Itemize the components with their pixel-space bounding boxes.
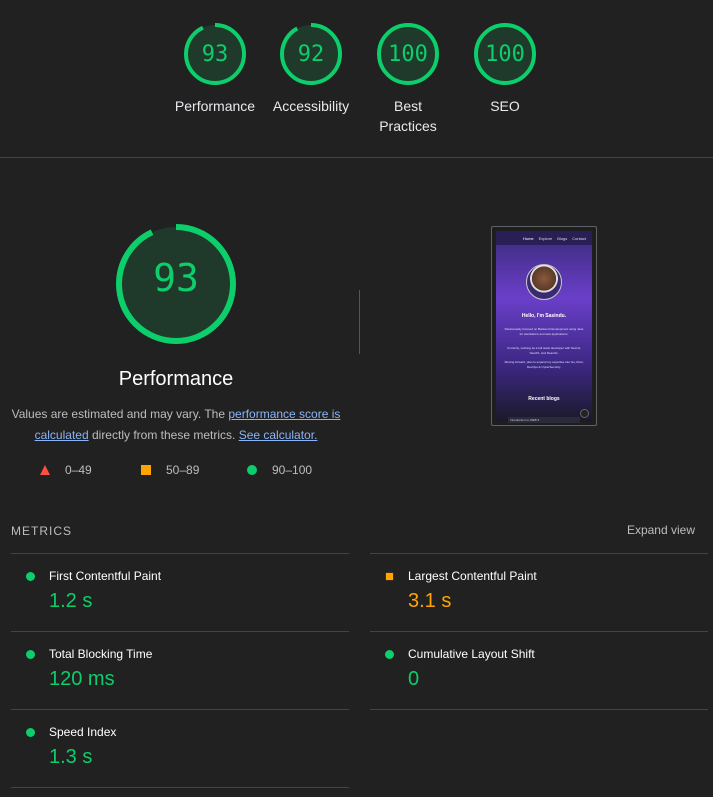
expand-view-button[interactable]: Expand view <box>627 523 695 537</box>
note-text: Values are estimated and may vary. The <box>11 407 229 421</box>
metric-lcp: Largest Contentful Paint 3.1 s <box>370 553 708 631</box>
metric-speed-index: Speed Index 1.3 s <box>11 709 349 787</box>
preview-nav: Home Explore Blogs Contact <box>496 231 592 245</box>
final-screenshot[interactable]: Home Explore Blogs Contact Hello, I'm Sa… <box>491 226 597 426</box>
gauge-seo[interactable]: 100 SEO <box>460 22 550 116</box>
preview-paragraph: Currently, working as a full stack devel… <box>507 346 581 355</box>
preview-paragraph: Moving forward, plan to expand my expert… <box>504 360 584 369</box>
metrics-divider <box>370 709 708 710</box>
gauge-score: 92 <box>297 42 325 67</box>
screenshot-screen: Home Explore Blogs Contact Hello, I'm Sa… <box>496 231 592 423</box>
performance-gauge: 93 <box>114 222 238 346</box>
theme-toggle-icon <box>580 409 589 418</box>
gauge-accessibility[interactable]: 92 Accessibility <box>266 22 356 116</box>
circle-icon <box>247 465 257 475</box>
gauge-label: SEO <box>490 98 520 114</box>
category-scores-header: 93 Performance 92 Accessibility 100 Best… <box>0 0 713 158</box>
gauge-score: 100 <box>485 42 525 67</box>
avatar <box>526 264 562 300</box>
legend-range: 0–49 <box>65 463 92 477</box>
gauge-best-practices[interactable]: 100 Best Practices <box>363 22 453 136</box>
gauge-label: Performance <box>174 98 256 114</box>
pass-circle-icon <box>26 650 35 659</box>
metric-cls: Cumulative Layout Shift 0 <box>370 631 708 709</box>
pass-circle-icon <box>385 650 394 659</box>
performance-score: 93 <box>153 256 199 300</box>
legend-range: 90–100 <box>272 463 313 477</box>
note-text: directly from these metrics. <box>88 428 239 442</box>
metric-value: 0 <box>408 668 420 690</box>
performance-title: Performance <box>118 368 234 390</box>
metrics-heading: METRICS <box>11 524 72 538</box>
preview-blog-item: Introduction to WEB 3 <box>508 417 580 423</box>
triangle-icon <box>40 465 50 475</box>
preview-nav-item: Home <box>522 236 534 241</box>
preview-nav-item: Blogs <box>557 236 568 241</box>
metric-name: Total Blocking Time <box>49 647 153 661</box>
preview-heading: Hello, I'm Sasindu. <box>521 313 567 319</box>
metrics-divider <box>11 787 349 788</box>
gauge-label: Best Practices <box>379 98 437 134</box>
metric-name: Cumulative Layout Shift <box>408 647 535 661</box>
pass-circle-icon <box>26 728 35 737</box>
metric-value: 3.1 s <box>408 590 452 612</box>
preview-nav-item: Explore <box>538 236 553 241</box>
vertical-divider <box>359 290 360 354</box>
gauge-performance[interactable]: 93 Performance <box>170 22 260 116</box>
square-icon <box>141 465 151 475</box>
metric-value: 1.3 s <box>49 746 93 768</box>
calculator-link[interactable]: See calculator. <box>239 428 318 442</box>
metric-name: Largest Contentful Paint <box>408 569 537 583</box>
metric-tbt: Total Blocking Time 120 ms <box>11 631 349 709</box>
estimate-note: Values are estimated and may vary. The p… <box>10 404 342 446</box>
pass-circle-icon <box>26 572 35 581</box>
preview-recent-heading: Recent blogs <box>528 396 560 402</box>
metric-name: First Contentful Paint <box>49 569 162 583</box>
average-square-icon <box>385 572 394 581</box>
gauge-label: Accessibility <box>272 98 350 114</box>
metric-name: Speed Index <box>49 725 117 739</box>
legend-range: 50–89 <box>166 463 200 477</box>
gauge-score: 100 <box>388 42 428 67</box>
preview-nav-item: Contact <box>572 236 586 241</box>
preview-paragraph: Passionately focused on Backend Developm… <box>504 327 584 336</box>
gauge-score: 93 <box>201 42 229 67</box>
metric-fcp: First Contentful Paint 1.2 s <box>11 553 349 631</box>
metric-value: 1.2 s <box>49 590 93 612</box>
metric-value: 120 ms <box>49 668 115 690</box>
